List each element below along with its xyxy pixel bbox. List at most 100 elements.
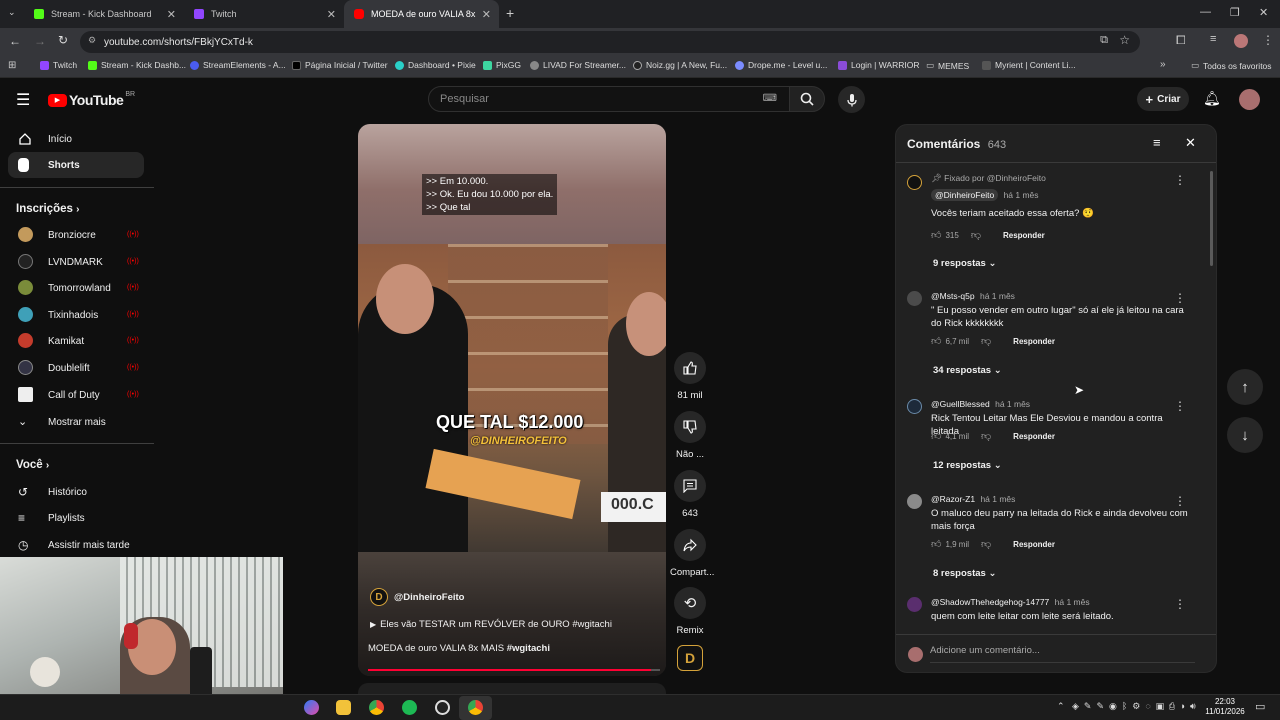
shorts-video-player[interactable]: >> Em 10.000. >> Ok. Eu dou 10.000 por e…	[358, 124, 666, 676]
next-short-button[interactable]: ↓	[1227, 417, 1263, 453]
thumbs-up-icon[interactable]: 👍︎	[931, 335, 941, 347]
reply-button[interactable]: Responder	[1013, 540, 1055, 549]
more-bookmarks-icon[interactable]: »	[1160, 59, 1166, 70]
share-button[interactable]: Compart...	[670, 529, 714, 578]
bookmark-streamelements[interactable]: StreamElements - A...	[190, 60, 286, 70]
thumbs-up-icon[interactable]: 👍︎	[931, 229, 941, 241]
thumbs-down-icon[interactable]: 👎︎	[971, 229, 981, 241]
close-tab-icon[interactable]: ✕	[327, 8, 336, 21]
voice-search-button[interactable]	[838, 86, 865, 113]
sidebar-subscription[interactable]: Kamikat ((•))	[8, 328, 144, 354]
profile-avatar-icon[interactable]	[1234, 34, 1248, 48]
commenter-avatar[interactable]	[907, 399, 922, 414]
commenter-avatar[interactable]	[907, 175, 922, 190]
reply-button[interactable]: Responder	[1013, 337, 1055, 346]
reply-button[interactable]: Responder	[1003, 231, 1045, 240]
bookmark-twitter[interactable]: Página Inicial / Twitter	[292, 60, 388, 70]
channel-name[interactable]: @DinheiroFeito	[394, 592, 465, 603]
reload-icon[interactable]: ↻	[58, 33, 68, 47]
bookmark-pixie[interactable]: Dashboard • Pixie	[395, 60, 476, 70]
obs-icon[interactable]	[435, 700, 450, 715]
remix-button[interactable]: ⟲ Remix	[670, 587, 710, 636]
related-video-link[interactable]: ▶ Eles vão TESTAR um REVÓLVER de OURO #wg…	[370, 619, 612, 630]
sidebar-item-shorts[interactable]: Shorts	[8, 152, 144, 178]
sidebar-item-history[interactable]: ↺ Histórico	[8, 479, 144, 505]
comment-author[interactable]: @Msts-q5p	[931, 291, 975, 301]
media-control-icon[interactable]: ≡	[1210, 33, 1216, 45]
tab-twitch[interactable]: Twitch ✕	[184, 0, 344, 28]
view-replies-button[interactable]: 9 respostas ⌄	[933, 258, 996, 269]
sidebar-item-home[interactable]: Início	[8, 126, 144, 152]
bookmark-myrient[interactable]: Myrient | Content Li...	[982, 60, 1076, 70]
bookmark-livad[interactable]: LIVAD For Streamer...	[530, 60, 626, 70]
close-window-icon[interactable]: ✕	[1259, 6, 1268, 19]
thumbs-down-icon[interactable]: 👎︎	[981, 538, 991, 550]
commenter-avatar[interactable]	[907, 494, 922, 509]
apps-grid-icon[interactable]: ⊞	[8, 60, 16, 71]
chrome-icon[interactable]	[369, 700, 384, 715]
commenter-avatar[interactable]	[907, 291, 922, 306]
system-clock[interactable]: 22:03 11/01/2026	[1200, 697, 1250, 717]
view-replies-button[interactable]: 8 respostas ⌄	[933, 568, 996, 579]
channel-row[interactable]: D @DinheiroFeito	[370, 588, 465, 606]
sidebar-subscription[interactable]: Tixinhadois ((•))	[8, 302, 144, 328]
bookmark-pixgg[interactable]: PixGG	[483, 60, 521, 70]
like-button[interactable]: 81 mil	[670, 352, 710, 401]
tab-kick-dashboard[interactable]: Stream - Kick Dashboard ✕	[24, 0, 184, 28]
dislike-button[interactable]: Não ...	[670, 411, 710, 460]
tray-icons[interactable]: ◈✎✎◉ᛒ⚙◌▣⎙◑🔊︎	[1072, 701, 1201, 712]
back-icon[interactable]: ←	[9, 34, 21, 48]
bookmark-noiz[interactable]: Noiz.gg | A New, Fu...	[633, 60, 727, 70]
sidebar-item-watch-later[interactable]: ◷ Assistir mais tarde	[8, 532, 144, 558]
copilot-icon[interactable]	[304, 700, 319, 715]
sort-icon[interactable]: ≡	[1153, 135, 1161, 150]
forward-icon[interactable]: →	[34, 34, 46, 48]
close-icon[interactable]: ✕	[1185, 135, 1196, 151]
add-comment-input[interactable]: Adicione um comentário...	[930, 645, 1195, 663]
bookmark-warrior[interactable]: Login | WARRIOR	[838, 60, 920, 70]
thumbs-down-icon[interactable]: 👎︎	[981, 335, 991, 347]
restore-icon[interactable]: ❐	[1230, 6, 1240, 19]
spotify-icon[interactable]	[402, 700, 417, 715]
chrome-active-icon[interactable]	[468, 700, 483, 715]
new-tab-icon[interactable]: +	[506, 5, 514, 21]
sidebar-subscription[interactable]: Doublelift ((•))	[8, 355, 144, 381]
thumbs-down-icon[interactable]: 👎︎	[981, 430, 991, 442]
site-info-icon[interactable]: ⚙	[88, 35, 96, 46]
sidebar-subscription[interactable]: LVNDMARK ((•))	[8, 249, 144, 275]
reply-button[interactable]: Responder	[1013, 432, 1055, 441]
thumbs-up-icon[interactable]: 👍︎	[931, 430, 941, 442]
comments-button[interactable]: 643	[670, 470, 710, 519]
file-explorer-icon[interactable]	[336, 700, 351, 715]
minimize-icon[interactable]: —	[1200, 6, 1211, 18]
search-button[interactable]	[789, 86, 825, 112]
view-replies-button[interactable]: 12 respostas ⌄	[933, 460, 1002, 471]
sidebar-subscription[interactable]: Call of Duty ((•))	[8, 382, 144, 408]
keyboard-icon[interactable]: ⌨	[763, 93, 777, 104]
bookmark-kick[interactable]: Stream - Kick Dashb...	[88, 60, 186, 70]
sound-channel-avatar[interactable]: D	[677, 645, 703, 671]
more-options-icon[interactable]: ⋮	[1174, 597, 1186, 611]
more-options-icon[interactable]: ⋮	[1174, 291, 1186, 305]
install-app-icon[interactable]: ⧉	[1100, 34, 1108, 47]
youtube-logo[interactable]: ▶ YouTube BR	[48, 91, 135, 108]
sidebar-item-playlists[interactable]: ≡ Playlists	[8, 505, 144, 531]
tray-overflow-icon[interactable]: ⌃	[1057, 701, 1065, 712]
sidebar-show-more[interactable]: ⌄ Mostrar mais	[8, 409, 144, 435]
notifications-bell-icon[interactable]: 🔔︎	[1203, 90, 1221, 107]
progress-track[interactable]	[368, 669, 660, 671]
more-options-icon[interactable]: ⋮	[1174, 494, 1186, 508]
previous-short-button[interactable]: ↑	[1227, 369, 1263, 405]
browser-menu-icon[interactable]: ⋮	[1262, 33, 1274, 47]
view-replies-button[interactable]: 34 respostas ⌄	[933, 365, 1002, 376]
comment-author[interactable]: @GuellBlessed	[931, 399, 990, 409]
tab-list-icon[interactable]: ⌄	[8, 7, 16, 18]
hashtag[interactable]: #wgitachi	[507, 643, 550, 654]
more-options-icon[interactable]: ⋮	[1174, 173, 1186, 187]
sidebar-subscription[interactable]: Tomorrowland ((•))	[8, 275, 144, 301]
comments-scrollbar[interactable]	[1210, 171, 1213, 266]
all-favorites-folder[interactable]: ▭ Todos os favoritos	[1191, 60, 1272, 71]
account-avatar[interactable]	[1239, 89, 1260, 110]
tab-youtube-short[interactable]: MOEDA de ouro VALIA 8x ✕	[344, 0, 499, 28]
bookmark-memes-folder[interactable]: ▭ MEMES	[926, 60, 969, 71]
